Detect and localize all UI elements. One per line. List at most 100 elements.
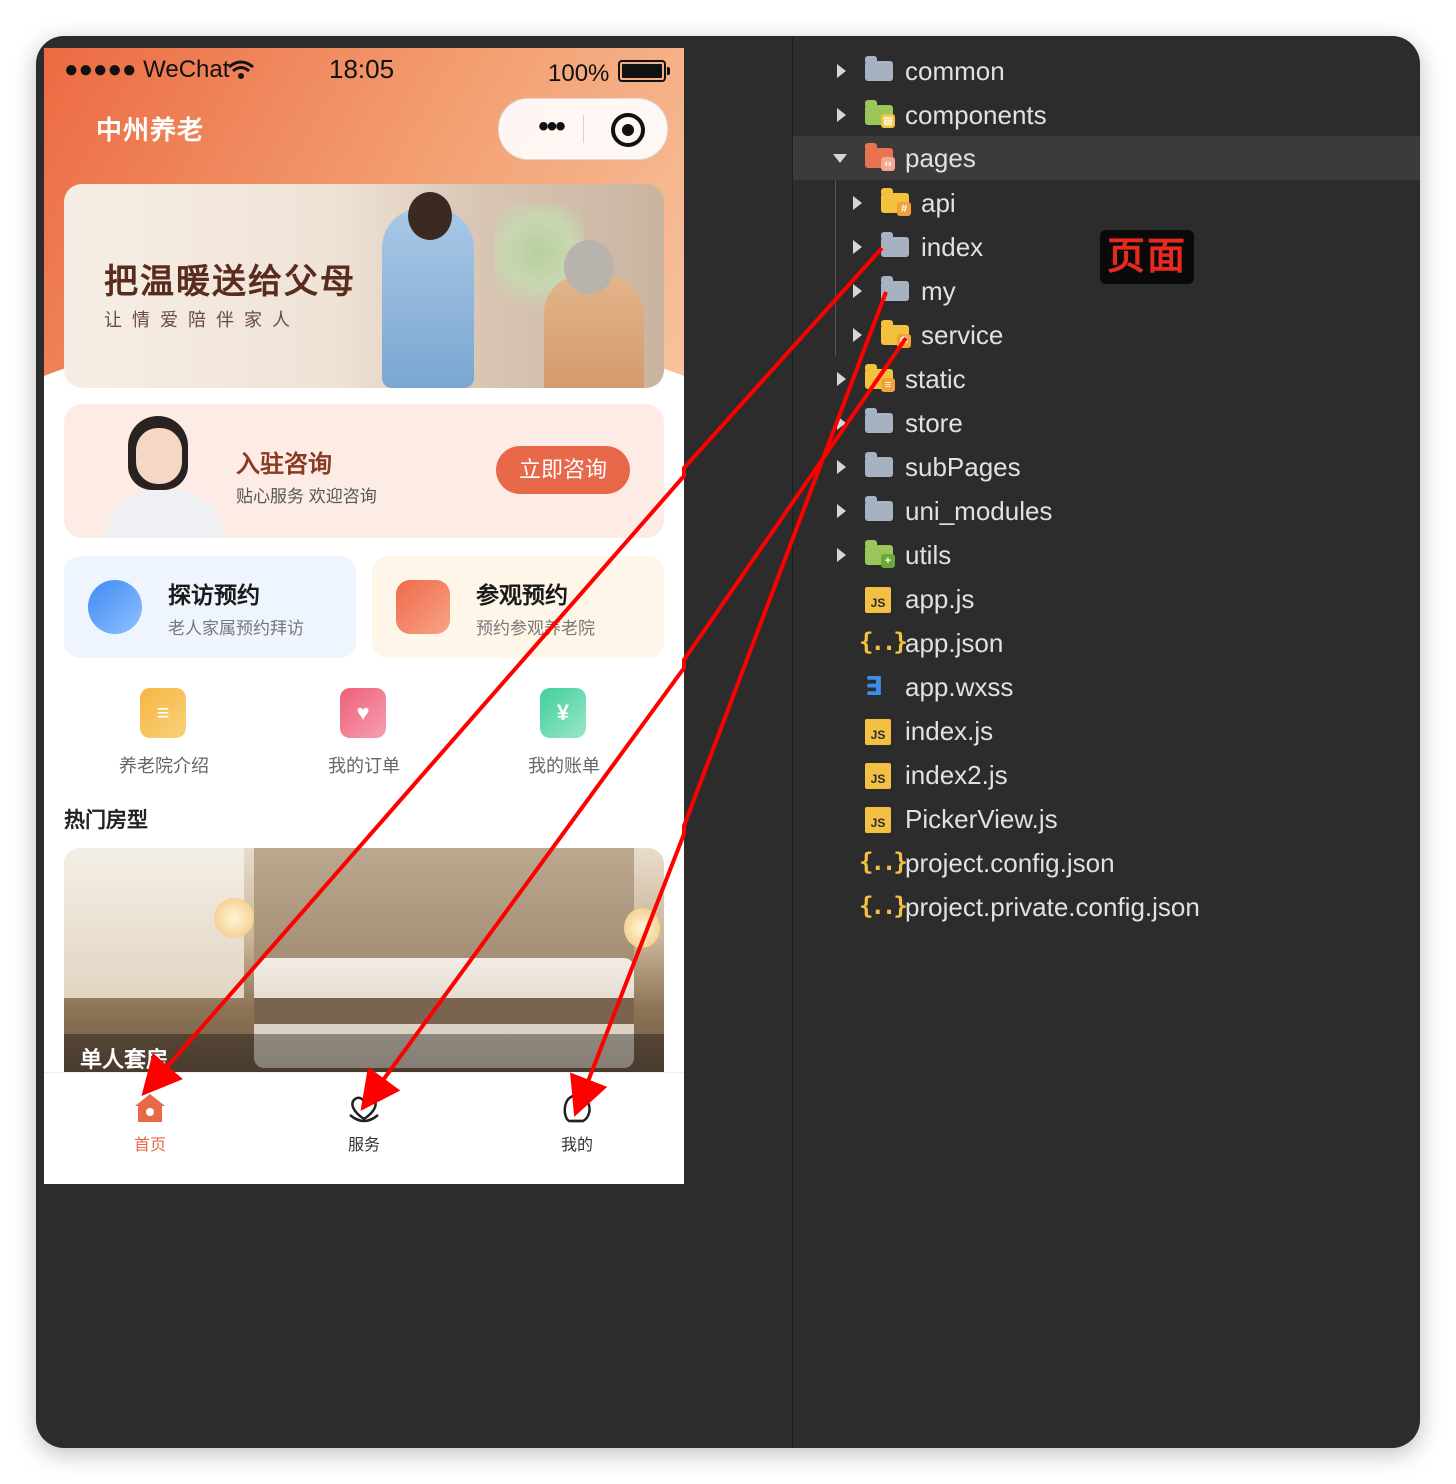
folder-icon: [865, 496, 893, 521]
room-lamp: [624, 908, 660, 948]
gear-badge: ⚙: [897, 334, 911, 348]
expand-arrow-icon[interactable]: [837, 108, 846, 122]
file-name: uni_modules: [905, 496, 1053, 526]
expand-arrow-icon[interactable]: [837, 504, 846, 518]
tree-item-api[interactable]: # api: [793, 181, 1420, 225]
tree-item-index-js[interactable]: JS index.js: [793, 709, 1420, 753]
tree-item-common[interactable]: common: [793, 49, 1420, 93]
expand-arrow-icon[interactable]: [853, 196, 862, 210]
tab-service[interactable]: 服务: [294, 1087, 434, 1157]
file-name: utils: [905, 540, 952, 570]
tree-item-uni_modules[interactable]: uni_modules: [793, 489, 1420, 533]
file-explorer: common ▦ components ‹› pages 页面 # api in…: [793, 36, 1420, 1448]
expand-arrow-icon[interactable]: [853, 328, 862, 342]
tree-item-components[interactable]: ▦ components: [793, 93, 1420, 137]
service-icon: [349, 1096, 379, 1123]
tab-bar: 首页 服务 我的: [44, 1072, 684, 1184]
tree-item-utils[interactable]: + utils: [793, 533, 1420, 577]
tree-item-service[interactable]: ⚙ service: [793, 313, 1420, 357]
file-name: app.js: [905, 584, 975, 614]
file-name: app.wxss: [905, 672, 1014, 702]
card-title: 探访预约: [168, 582, 260, 608]
tree-item-index2-js[interactable]: JS index2.js: [793, 753, 1420, 797]
visit-appointment-card[interactable]: 探访预约 老人家属预约拜访: [64, 556, 356, 658]
file-name: service: [921, 320, 1004, 350]
consult-card: 入驻咨询 贴心服务 欢迎咨询 立即咨询: [64, 404, 664, 538]
tree-item-app-wxss[interactable]: ∃ app.wxss: [793, 665, 1420, 709]
css-file-icon: ∃: [865, 672, 883, 702]
collapse-arrow-icon[interactable]: [833, 154, 847, 163]
calendar-check-icon: [396, 580, 450, 634]
consult-now-button[interactable]: 立即咨询: [496, 446, 630, 494]
file-name: index2.js: [905, 760, 1008, 790]
tree-item-project-private-config-json[interactable]: {..} project.private.config.json: [793, 885, 1420, 929]
file-name: project.private.config.json: [905, 892, 1200, 922]
room-bed-runner: [254, 998, 634, 1024]
expand-arrow-icon[interactable]: [837, 548, 846, 562]
tree-item-pickerview-js[interactable]: JS PickerView.js: [793, 797, 1420, 841]
tab-home[interactable]: 首页: [80, 1087, 220, 1157]
js-file-icon: JS: [865, 807, 891, 833]
tree-item-my[interactable]: my: [793, 269, 1420, 313]
tree-item-pages[interactable]: ‹› pages 页面: [793, 136, 1420, 284]
heart-order-icon: ♥: [340, 688, 386, 738]
file-name: PickerView.js: [905, 804, 1058, 834]
more-menu-icon[interactable]: •••: [519, 99, 583, 159]
file-name: api: [921, 188, 956, 218]
service-folder-icon: ⚙: [881, 320, 911, 348]
customer-service-avatar: [106, 416, 224, 538]
tree-item-store[interactable]: store: [793, 401, 1420, 445]
plus-badge: +: [881, 554, 895, 568]
file-name: components: [905, 100, 1047, 130]
quick-nursing-home-intro[interactable]: ≡ 养老院介绍: [64, 688, 264, 788]
tree-item-app-json[interactable]: {..} app.json: [793, 621, 1420, 665]
chat-bubble-icon: [88, 580, 142, 634]
tree-item-subPages[interactable]: subPages: [793, 445, 1420, 489]
banner-nurse-head: [408, 192, 452, 240]
tab-label: 我的: [560, 1137, 593, 1154]
expand-arrow-icon[interactable]: [837, 372, 846, 386]
avatar-face: [136, 428, 182, 484]
expand-arrow-icon[interactable]: [837, 416, 846, 430]
expand-arrow-icon[interactable]: [853, 284, 862, 298]
code-badge: ‹›: [881, 157, 895, 171]
wifi-icon: [228, 60, 254, 79]
hash-badge: #: [897, 202, 911, 216]
quick-label: 我的订单: [328, 756, 400, 776]
consult-subtitle: 贴心服务 欢迎咨询: [236, 487, 377, 506]
tab-my[interactable]: 我的: [507, 1087, 647, 1157]
folder-icon: [865, 56, 893, 81]
static-folder-icon: ≡: [865, 364, 895, 392]
quick-label: 养老院介绍: [119, 756, 209, 776]
phone-simulator: ●●●●● WeChat 18:05 100% 中州养老 ••• 把温暖送给父母…: [44, 48, 684, 1184]
components-badge: ▦: [881, 114, 895, 128]
tree-item-app-js[interactable]: JS app.js: [793, 577, 1420, 621]
mini-program-capsule: •••: [498, 98, 668, 160]
banner-title: 把温暖送给父母: [104, 262, 356, 302]
quick-my-bills[interactable]: ¥ 我的账单: [464, 688, 664, 788]
quick-my-orders[interactable]: ♥ 我的订单: [264, 688, 464, 788]
expand-arrow-icon[interactable]: [837, 460, 846, 474]
page-title: 中州养老: [96, 115, 205, 145]
yen-bill-icon: ¥: [540, 688, 586, 738]
capsule-divider: [583, 115, 584, 143]
avatar-body: [106, 490, 224, 538]
tour-appointment-card[interactable]: 参观预约 预约参观养老院: [372, 556, 664, 658]
room-card[interactable]: 单人套房: [64, 848, 664, 1078]
tree-item-index[interactable]: index: [793, 225, 1420, 269]
tree-item-static[interactable]: ≡ static: [793, 357, 1420, 401]
consult-title: 入驻咨询: [236, 451, 332, 478]
home-icon: [135, 1094, 165, 1122]
hero-banner[interactable]: 把温暖送给父母 让情爱陪伴家人: [64, 184, 664, 388]
js-file-icon: JS: [865, 763, 891, 789]
folder-icon: [865, 452, 893, 477]
close-target-icon[interactable]: [611, 113, 645, 147]
utils-folder-icon: +: [865, 540, 895, 568]
expand-arrow-icon[interactable]: [837, 64, 846, 78]
tree-item-project-config-json[interactable]: {..} project.config.json: [793, 841, 1420, 885]
battery-percent: 100%: [548, 60, 610, 87]
file-name: index.js: [905, 716, 994, 746]
expand-arrow-icon[interactable]: [853, 240, 862, 254]
card-title: 参观预约: [476, 582, 568, 608]
folder-icon: [881, 276, 909, 301]
